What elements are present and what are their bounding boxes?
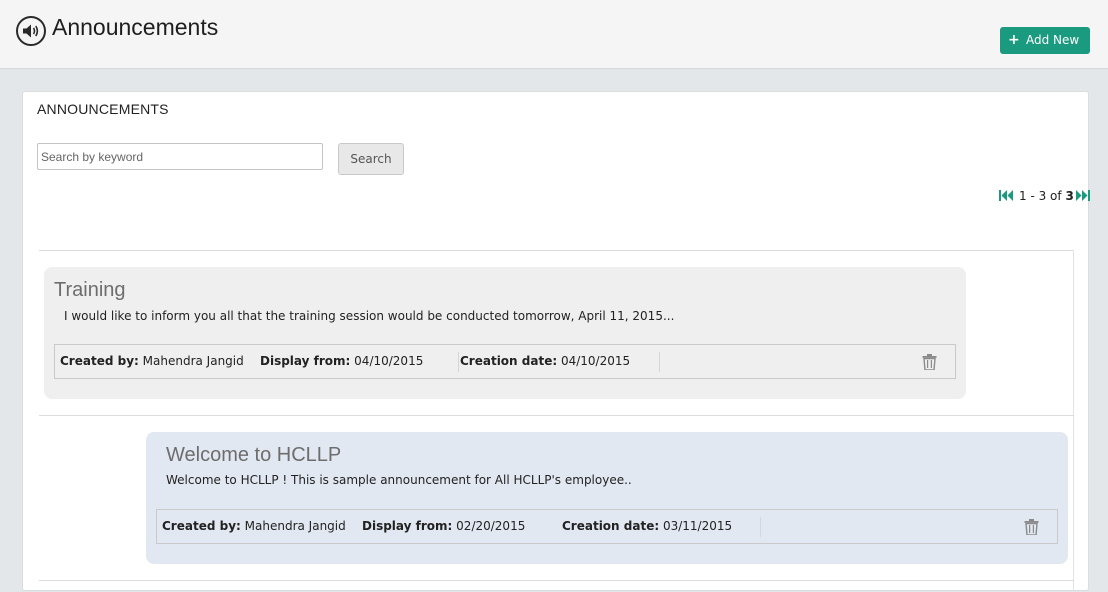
creation-date-value: 04/10/2015 bbox=[560, 354, 631, 368]
meta-separator bbox=[659, 352, 660, 372]
created-by: Created by: Mahendra Jangid bbox=[60, 354, 244, 368]
last-page-icon[interactable] bbox=[1075, 190, 1090, 204]
pagination-total: 3 bbox=[1065, 189, 1074, 203]
creation-date-label: Creation date: bbox=[562, 519, 660, 533]
divider bbox=[39, 250, 1074, 251]
announcements-panel: ANNOUNCEMENTS Search 1 - 3 of 3 Training bbox=[22, 91, 1090, 592]
announcement-title: Welcome to HCLLP bbox=[166, 444, 342, 466]
speaker-icon bbox=[16, 16, 46, 46]
created-by-label: Created by: bbox=[162, 519, 241, 533]
display-from-label: Display from: bbox=[362, 519, 453, 533]
divider bbox=[39, 580, 1074, 581]
meta-separator bbox=[458, 352, 459, 372]
display-from-label: Display from: bbox=[260, 354, 351, 368]
created-by: Created by: Mahendra Jangid bbox=[162, 519, 346, 533]
plus-icon: + bbox=[1008, 32, 1020, 48]
display-from-value: 04/10/2015 bbox=[354, 354, 424, 368]
announcement-body: Welcome to HCLLP ! This is sample announ… bbox=[166, 473, 632, 487]
creation-date: Creation date: 04/10/2015 bbox=[460, 354, 630, 368]
created-by-value: Mahendra Jangid bbox=[244, 519, 346, 533]
pagination-text: 1 - 3 of 3 bbox=[1019, 189, 1074, 203]
search-button[interactable]: Search bbox=[338, 143, 404, 175]
created-by-value: Mahendra Jangid bbox=[142, 354, 244, 368]
announcement-meta: Created by: Mahendra Jangid Display from… bbox=[156, 509, 1058, 544]
search-input[interactable] bbox=[37, 143, 323, 170]
creation-date-label: Creation date: bbox=[460, 354, 558, 368]
meta-separator bbox=[760, 517, 761, 537]
trash-icon[interactable] bbox=[922, 354, 937, 373]
add-new-label: Add New bbox=[1026, 33, 1080, 47]
announcement-title: Training bbox=[54, 279, 126, 301]
announcement-card[interactable]: Training I would like to inform you all … bbox=[44, 267, 966, 399]
display-from: Display from: 04/10/2015 bbox=[260, 354, 423, 368]
add-new-button[interactable]: + Add New bbox=[1000, 27, 1090, 54]
page-title: Announcements bbox=[52, 14, 219, 40]
panel-title: ANNOUNCEMENTS bbox=[37, 101, 169, 117]
creation-date: Creation date: 03/11/2015 bbox=[562, 519, 732, 533]
display-from: Display from: 02/20/2015 bbox=[362, 519, 525, 533]
first-page-icon[interactable] bbox=[999, 190, 1014, 204]
list-border bbox=[1073, 250, 1074, 592]
divider bbox=[39, 415, 1074, 416]
announcement-card[interactable]: Welcome to HCLLP Welcome to HCLLP ! This… bbox=[146, 432, 1068, 564]
announcement-body: I would like to inform you all that the … bbox=[64, 309, 675, 323]
page-header: Announcements + Add New bbox=[0, 0, 1108, 69]
trash-icon[interactable] bbox=[1024, 519, 1039, 538]
display-from-value: 02/20/2015 bbox=[456, 519, 526, 533]
announcement-meta: Created by: Mahendra Jangid Display from… bbox=[54, 344, 956, 379]
pagination-range: 1 - 3 of bbox=[1019, 189, 1062, 203]
creation-date-value: 03/11/2015 bbox=[662, 519, 733, 533]
created-by-label: Created by: bbox=[60, 354, 139, 368]
